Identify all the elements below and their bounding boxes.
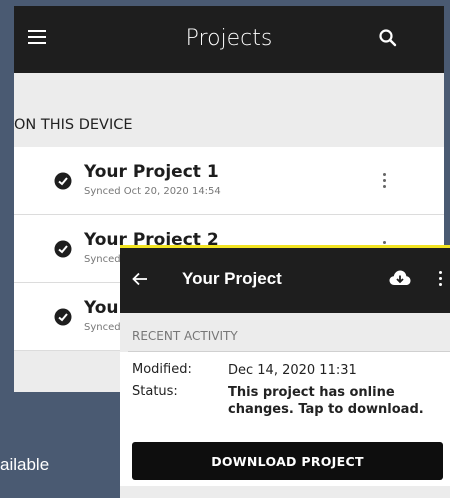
caption-text: ailable (0, 455, 50, 474)
app-bar: Projects (14, 6, 444, 73)
project-sync-status: Synced (84, 322, 121, 333)
project-detail-screen: Your Project RECENT ACTIVITY Modified: D… (120, 245, 450, 498)
status-value: This project has online changes. Tap to … (228, 385, 424, 417)
search-icon[interactable] (378, 28, 398, 48)
recent-activity-label: RECENT ACTIVITY (132, 329, 238, 343)
project-name: You (84, 298, 119, 318)
more-vert-icon[interactable] (383, 173, 387, 189)
back-arrow-icon[interactable] (132, 272, 148, 286)
modified-label: Modified: (132, 362, 192, 377)
synced-check-icon (54, 308, 72, 326)
synced-check-icon (54, 240, 72, 258)
detail-title: Your Project (182, 269, 282, 288)
status-label: Status: (132, 384, 178, 399)
project-info: Modified: Dec 14, 2020 11:31 Status: Thi… (120, 352, 450, 434)
download-project-button[interactable]: DOWNLOAD PROJECT (132, 442, 443, 480)
synced-check-icon (54, 172, 72, 190)
more-vert-icon[interactable] (439, 271, 443, 287)
cloud-download-icon[interactable] (389, 269, 411, 287)
modified-row: Modified: Dec 14, 2020 11:31 (120, 352, 450, 384)
status-row: Status: This project has online changes.… (120, 384, 450, 434)
download-button-container: DOWNLOAD PROJECT (120, 434, 450, 486)
project-sync-status: Synced Oct 20, 2020 14:54 (84, 186, 221, 197)
project-name: Your Project 1 (84, 162, 219, 182)
project-row-1[interactable]: Your Project 1 Synced Oct 20, 2020 14:54 (14, 147, 444, 215)
section-header: ON THIS DEVICE (14, 117, 133, 133)
detail-app-bar: Your Project (120, 248, 450, 313)
project-sync-status: Synced (84, 254, 121, 265)
modified-value: Dec 14, 2020 11:31 (228, 363, 357, 378)
